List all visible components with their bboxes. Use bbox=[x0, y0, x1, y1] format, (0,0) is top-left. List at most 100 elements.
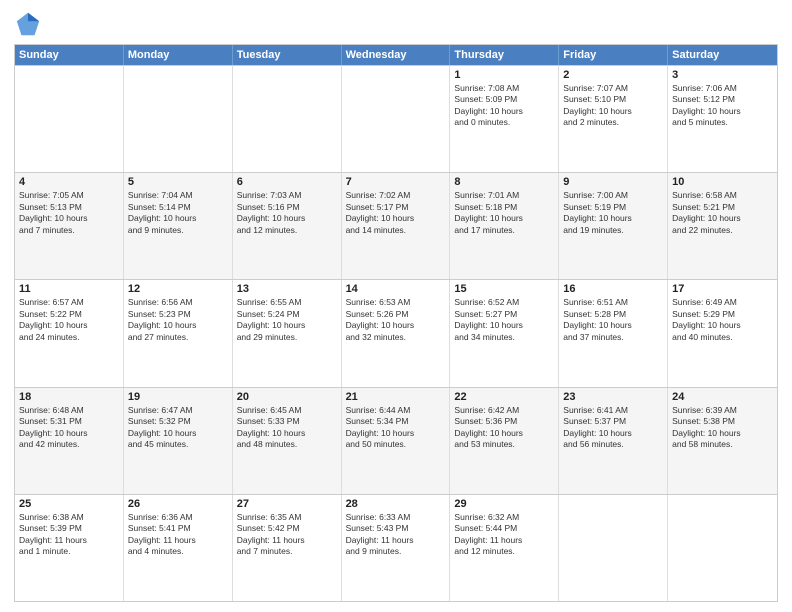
cal-cell: 29Sunrise: 6:32 AM Sunset: 5:44 PM Dayli… bbox=[450, 495, 559, 601]
day-number: 26 bbox=[128, 498, 228, 510]
cell-info: Sunrise: 6:52 AM Sunset: 5:27 PM Dayligh… bbox=[454, 297, 554, 343]
day-number: 8 bbox=[454, 176, 554, 188]
header-cell-tuesday: Tuesday bbox=[233, 45, 342, 65]
header-cell-monday: Monday bbox=[124, 45, 233, 65]
cal-cell: 11 Sunrise: 6:57 AM Sunset: 5:22 PM Dayli… bbox=[15, 280, 124, 386]
header-cell-sunday: Sunday bbox=[15, 45, 124, 65]
cell-info: Sunrise: 6:53 AM Sunset: 5:26 PM Dayligh… bbox=[346, 297, 446, 343]
day-number: 3 bbox=[672, 69, 773, 81]
day-number: 2 bbox=[563, 69, 663, 81]
calendar-row-2: 11 Sunrise: 6:57 AM Sunset: 5:22 PM Dayli… bbox=[15, 279, 777, 386]
cal-cell: 6 Sunrise: 7:03 AM Sunset: 5:16 PM Daylig… bbox=[233, 173, 342, 279]
header-cell-wednesday: Wednesday bbox=[342, 45, 451, 65]
day-number: 6 bbox=[237, 176, 337, 188]
day-number: 21 bbox=[346, 391, 446, 403]
day-number: 22 bbox=[454, 391, 554, 403]
day-number: 20 bbox=[237, 391, 337, 403]
cal-cell: 19 Sunrise: 6:47 AM Sunset: 5:32 PM Dayli… bbox=[124, 388, 233, 494]
cell-info: Sunrise: 6:36 AM Sunset: 5:41 PM Dayligh… bbox=[128, 512, 228, 558]
cal-cell: 9Sunrise: 7:00 AM Sunset: 5:19 PM Daylig… bbox=[559, 173, 668, 279]
day-number: 7 bbox=[346, 176, 446, 188]
cell-info: Sunrise: 7:01 AM Sunset: 5:18 PM Dayligh… bbox=[454, 190, 554, 236]
cell-info: Sunrise: 6:33 AM Sunset: 5:43 PM Dayligh… bbox=[346, 512, 446, 558]
cell-info: Sunrise: 6:47 AM Sunset: 5:32 PM Dayligh… bbox=[128, 405, 228, 451]
cell-info: Sunrise: 7:00 AM Sunset: 5:19 PM Dayligh… bbox=[563, 190, 663, 236]
calendar-row-3: 18 Sunrise: 6:48 AM Sunset: 5:31 PM Dayli… bbox=[15, 387, 777, 494]
cell-info: Sunrise: 6:51 AM Sunset: 5:28 PM Dayligh… bbox=[563, 297, 663, 343]
header-cell-saturday: Saturday bbox=[668, 45, 777, 65]
day-number: 12 bbox=[128, 283, 228, 295]
cal-cell: 22 Sunrise: 6:42 AM Sunset: 5:36 PM Dayli… bbox=[450, 388, 559, 494]
cal-cell: 5Sunrise: 7:04 AM Sunset: 5:14 PM Daylig… bbox=[124, 173, 233, 279]
logo bbox=[14, 10, 46, 38]
logo-icon bbox=[14, 10, 42, 38]
cell-info: Sunrise: 7:07 AM Sunset: 5:10 PM Dayligh… bbox=[563, 83, 663, 129]
cell-info: Sunrise: 6:56 AM Sunset: 5:23 PM Dayligh… bbox=[128, 297, 228, 343]
cal-cell: 1 Sunrise: 7:08 AM Sunset: 5:09 PM Daylig… bbox=[450, 66, 559, 172]
day-number: 24 bbox=[672, 391, 773, 403]
cal-cell: 17 Sunrise: 6:49 AM Sunset: 5:29 PM Dayli… bbox=[668, 280, 777, 386]
day-number: 4 bbox=[19, 176, 119, 188]
cal-cell: 10 Sunrise: 6:58 AM Sunset: 5:21 PM Dayli… bbox=[668, 173, 777, 279]
day-number: 23 bbox=[563, 391, 663, 403]
day-number: 13 bbox=[237, 283, 337, 295]
day-number: 16 bbox=[563, 283, 663, 295]
cell-info: Sunrise: 6:58 AM Sunset: 5:21 PM Dayligh… bbox=[672, 190, 773, 236]
day-number: 14 bbox=[346, 283, 446, 295]
cell-info: Sunrise: 6:55 AM Sunset: 5:24 PM Dayligh… bbox=[237, 297, 337, 343]
cell-info: Sunrise: 6:42 AM Sunset: 5:36 PM Dayligh… bbox=[454, 405, 554, 451]
cell-info: Sunrise: 6:32 AM Sunset: 5:44 PM Dayligh… bbox=[454, 512, 554, 558]
cell-info: Sunrise: 7:02 AM Sunset: 5:17 PM Dayligh… bbox=[346, 190, 446, 236]
cal-cell: 2 Sunrise: 7:07 AM Sunset: 5:10 PM Daylig… bbox=[559, 66, 668, 172]
cal-cell: 23 Sunrise: 6:41 AM Sunset: 5:37 PM Dayli… bbox=[559, 388, 668, 494]
cell-info: Sunrise: 7:08 AM Sunset: 5:09 PM Dayligh… bbox=[454, 83, 554, 129]
day-number: 25 bbox=[19, 498, 119, 510]
page-header bbox=[14, 10, 778, 38]
calendar-header: SundayMondayTuesdayWednesdayThursdayFrid… bbox=[15, 45, 777, 65]
day-number: 5 bbox=[128, 176, 228, 188]
cell-info: Sunrise: 7:06 AM Sunset: 5:12 PM Dayligh… bbox=[672, 83, 773, 129]
cal-cell: 15 Sunrise: 6:52 AM Sunset: 5:27 PM Dayli… bbox=[450, 280, 559, 386]
cal-cell: 25 Sunrise: 6:38 AM Sunset: 5:39 PM Dayli… bbox=[15, 495, 124, 601]
cal-cell: 12 Sunrise: 6:56 AM Sunset: 5:23 PM Dayli… bbox=[124, 280, 233, 386]
cell-info: Sunrise: 6:41 AM Sunset: 5:37 PM Dayligh… bbox=[563, 405, 663, 451]
calendar-row-0: 1 Sunrise: 7:08 AM Sunset: 5:09 PM Daylig… bbox=[15, 65, 777, 172]
cal-cell: 21 Sunrise: 6:44 AM Sunset: 5:34 PM Dayli… bbox=[342, 388, 451, 494]
calendar-row-1: 4 Sunrise: 7:05 AM Sunset: 5:13 PM Daylig… bbox=[15, 172, 777, 279]
cell-info: Sunrise: 6:45 AM Sunset: 5:33 PM Dayligh… bbox=[237, 405, 337, 451]
cal-cell: 13 Sunrise: 6:55 AM Sunset: 5:24 PM Dayli… bbox=[233, 280, 342, 386]
cal-cell: 16 Sunrise: 6:51 AM Sunset: 5:28 PM Dayli… bbox=[559, 280, 668, 386]
cal-cell: 8 Sunrise: 7:01 AM Sunset: 5:18 PM Daylig… bbox=[450, 173, 559, 279]
cell-info: Sunrise: 6:35 AM Sunset: 5:42 PM Dayligh… bbox=[237, 512, 337, 558]
cal-cell: 26 Sunrise: 6:36 AM Sunset: 5:41 PM Dayli… bbox=[124, 495, 233, 601]
day-number: 10 bbox=[672, 176, 773, 188]
day-number: 17 bbox=[672, 283, 773, 295]
day-number: 19 bbox=[128, 391, 228, 403]
day-number: 28 bbox=[346, 498, 446, 510]
cell-info: Sunrise: 6:38 AM Sunset: 5:39 PM Dayligh… bbox=[19, 512, 119, 558]
cal-cell bbox=[124, 66, 233, 172]
cal-cell bbox=[559, 495, 668, 601]
header-cell-thursday: Thursday bbox=[450, 45, 559, 65]
cal-cell bbox=[233, 66, 342, 172]
cell-info: Sunrise: 6:57 AM Sunset: 5:22 PM Dayligh… bbox=[19, 297, 119, 343]
cal-cell: 20 Sunrise: 6:45 AM Sunset: 5:33 PM Dayli… bbox=[233, 388, 342, 494]
cell-info: Sunrise: 6:49 AM Sunset: 5:29 PM Dayligh… bbox=[672, 297, 773, 343]
cal-cell bbox=[668, 495, 777, 601]
cal-cell: 7 Sunrise: 7:02 AM Sunset: 5:17 PM Daylig… bbox=[342, 173, 451, 279]
cell-info: Sunrise: 6:39 AM Sunset: 5:38 PM Dayligh… bbox=[672, 405, 773, 451]
cal-cell: 27Sunrise: 6:35 AM Sunset: 5:42 PM Dayli… bbox=[233, 495, 342, 601]
cell-info: Sunrise: 7:05 AM Sunset: 5:13 PM Dayligh… bbox=[19, 190, 119, 236]
day-number: 1 bbox=[454, 69, 554, 81]
cell-info: Sunrise: 6:44 AM Sunset: 5:34 PM Dayligh… bbox=[346, 405, 446, 451]
day-number: 11 bbox=[19, 283, 119, 295]
day-number: 18 bbox=[19, 391, 119, 403]
day-number: 15 bbox=[454, 283, 554, 295]
cal-cell: 24 Sunrise: 6:39 AM Sunset: 5:38 PM Dayli… bbox=[668, 388, 777, 494]
cal-cell: 3 Sunrise: 7:06 AM Sunset: 5:12 PM Daylig… bbox=[668, 66, 777, 172]
cal-cell bbox=[15, 66, 124, 172]
cal-cell: 28 Sunrise: 6:33 AM Sunset: 5:43 PM Dayli… bbox=[342, 495, 451, 601]
cell-info: Sunrise: 7:03 AM Sunset: 5:16 PM Dayligh… bbox=[237, 190, 337, 236]
cal-cell bbox=[342, 66, 451, 172]
cell-info: Sunrise: 6:48 AM Sunset: 5:31 PM Dayligh… bbox=[19, 405, 119, 451]
